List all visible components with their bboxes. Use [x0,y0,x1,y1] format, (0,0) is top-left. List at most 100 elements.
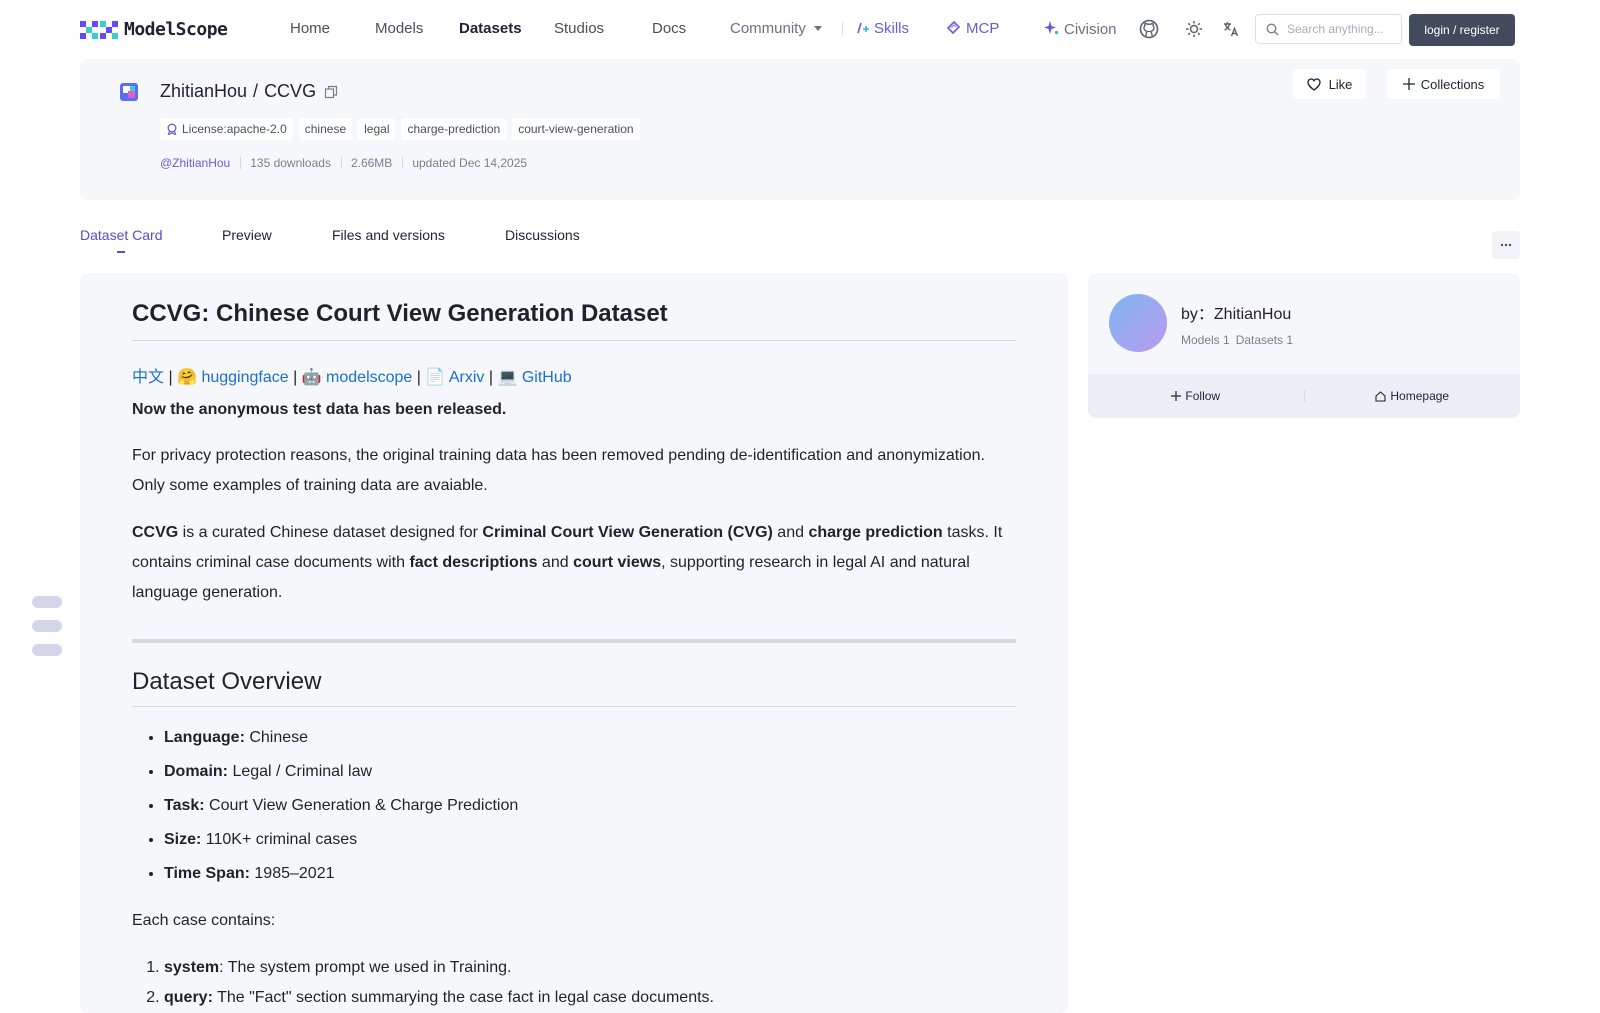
tab-preview[interactable]: Preview [222,227,272,243]
active-tab-indicator [117,251,125,253]
list-item: Task: Court View Generation & Charge Pre… [164,789,518,823]
nav-mcp[interactable]: MCP [946,20,999,37]
link-huggingface[interactable]: huggingface [201,369,288,386]
fact-value: Court View Generation & Charge Predictio… [204,797,519,814]
updated-date: updated Dec 14,2025 [412,156,528,170]
desc-text: is a curated Chinese dataset designed fo… [178,524,483,541]
laptop-emoji-icon: 💻 [497,369,518,386]
nav-skills[interactable]: Skills [856,20,909,37]
toc-toggle-handle[interactable] [32,596,62,668]
each-case-paragraph: Each case contains: [132,912,276,929]
desc-cvg: Criminal Court View Generation (CVG) [482,524,773,541]
meta-divider [240,157,242,169]
horizontal-rule [132,639,1016,643]
github-icon[interactable] [1138,18,1160,40]
license-label: License:apache-2.0 [182,122,287,136]
tag-chinese[interactable]: chinese [298,118,353,140]
desc-charge-prediction: charge prediction [808,524,943,541]
fields-list: system: The system prompt we used in Tra… [132,953,714,1013]
nav-home[interactable]: Home [290,20,330,37]
follow-label: Follow [1185,389,1221,403]
dataset-size: 2.66MB [350,156,393,170]
nav-models[interactable]: Models [375,20,423,37]
license-icon [167,123,177,135]
theme-toggle-icon[interactable] [1183,18,1205,40]
dataset-name: CCVG [264,81,317,101]
dataset-owner-link[interactable]: ZhitianHou [160,81,247,102]
dataset-header: ZhitianHou / CCVG License:apache-2.0 chi… [80,59,1520,200]
search-box[interactable] [1255,14,1402,44]
follow-button[interactable]: Follow [1088,389,1304,403]
tab-dataset-card[interactable]: Dataset Card [80,227,162,243]
nav-divider [842,22,843,36]
language-switch-icon[interactable] [1220,18,1242,40]
fact-value: 110K+ criminal cases [201,831,358,848]
sparkle-icon [1044,21,1059,35]
nav-community-dropdown[interactable]: Community [730,20,822,37]
handle-bar [32,596,62,608]
avatar[interactable] [1109,294,1167,352]
author-link[interactable]: @ZhitianHou [160,156,230,170]
nav-community-label: Community [730,20,806,37]
tag-legal[interactable]: legal [358,118,396,140]
fact-key: Language: [164,729,245,746]
collections-button[interactable]: Collections [1387,69,1500,99]
huggingface-emoji-icon: 🤗 [177,369,197,386]
modelscope-logo-icon [80,21,118,39]
desc-ccvg: CCVG [132,524,179,541]
tag-charge-prediction[interactable]: charge-prediction [401,118,507,140]
dataset-meta: @ZhitianHou 135 downloads 2.66MB updated… [160,156,527,170]
handle-bar [32,644,62,656]
modelscope-logo[interactable]: ModelScope [80,17,228,41]
field-key: system [164,959,220,976]
nav-docs[interactable]: Docs [652,20,686,37]
author-datasets-count: Datasets 1 [1235,333,1294,347]
link-chinese[interactable]: 中文 [132,369,164,386]
author-name[interactable]: by：ZhitianHou [1181,300,1291,324]
link-row: 中文 | 🤗 huggingface | 🤖 modelscope | 📄 Ar… [132,363,572,387]
description-paragraph: CCVG is a curated Chinese dataset design… [132,518,1016,608]
link-separator: | [164,369,178,386]
dataset-avatar-icon [120,83,138,101]
link-separator: | [484,369,498,386]
link-modelscope[interactable]: modelscope [326,369,412,386]
logo-text: ModelScope [124,18,228,40]
login-register-button[interactable]: login / register [1409,14,1515,46]
download-count: 135 downloads [250,156,331,170]
release-note: Now the anonymous test data has been rel… [132,401,507,418]
mcp-icon [946,20,961,35]
dataset-title: ZhitianHou / CCVG [160,81,338,102]
fact-key: Domain: [164,763,228,780]
homepage-label: Homepage [1390,389,1450,403]
homepage-button[interactable]: Homepage [1305,389,1521,403]
tag-court-view-generation[interactable]: court-view-generation [512,118,640,140]
overview-heading: Dataset Overview [132,668,1016,707]
link-arxiv[interactable]: Arxiv [449,369,485,386]
more-options-button[interactable] [1492,231,1520,259]
nav-datasets[interactable]: Datasets [459,20,522,37]
title-slash: / [253,81,259,101]
chevron-down-icon [813,26,822,31]
like-label: Like [1328,76,1353,92]
link-separator: | [288,369,302,386]
like-button[interactable]: Like [1293,69,1366,99]
nav-studios[interactable]: Studios [554,20,604,37]
tab-discussions[interactable]: Discussions [505,227,580,243]
field-value: : The system prompt we used in Training. [219,959,512,976]
privacy-paragraph: For privacy protection reasons, the orig… [132,447,985,494]
link-github[interactable]: GitHub [522,369,572,386]
tab-files-and-versions[interactable]: Files and versions [332,227,445,243]
copy-icon[interactable] [324,85,338,99]
desc-court-views: court views [573,554,662,571]
robot-emoji-icon: 🤖 [301,369,322,386]
license-tag[interactable]: License:apache-2.0 [160,118,293,140]
nav-civision[interactable]: Civision [1043,20,1117,38]
search-input[interactable] [1285,21,1394,37]
author-actions: Follow Homepage [1088,374,1520,418]
fact-key: Task: [164,797,205,814]
card-title: CCVG: Chinese Court View Generation Data… [132,300,1016,341]
author-card: by：ZhitianHou Models 1 Datasets 1 Follow… [1088,273,1520,418]
heart-icon [1306,77,1321,91]
fact-key: Time Span: [164,865,250,882]
nav-skills-label: Skills [874,20,910,37]
